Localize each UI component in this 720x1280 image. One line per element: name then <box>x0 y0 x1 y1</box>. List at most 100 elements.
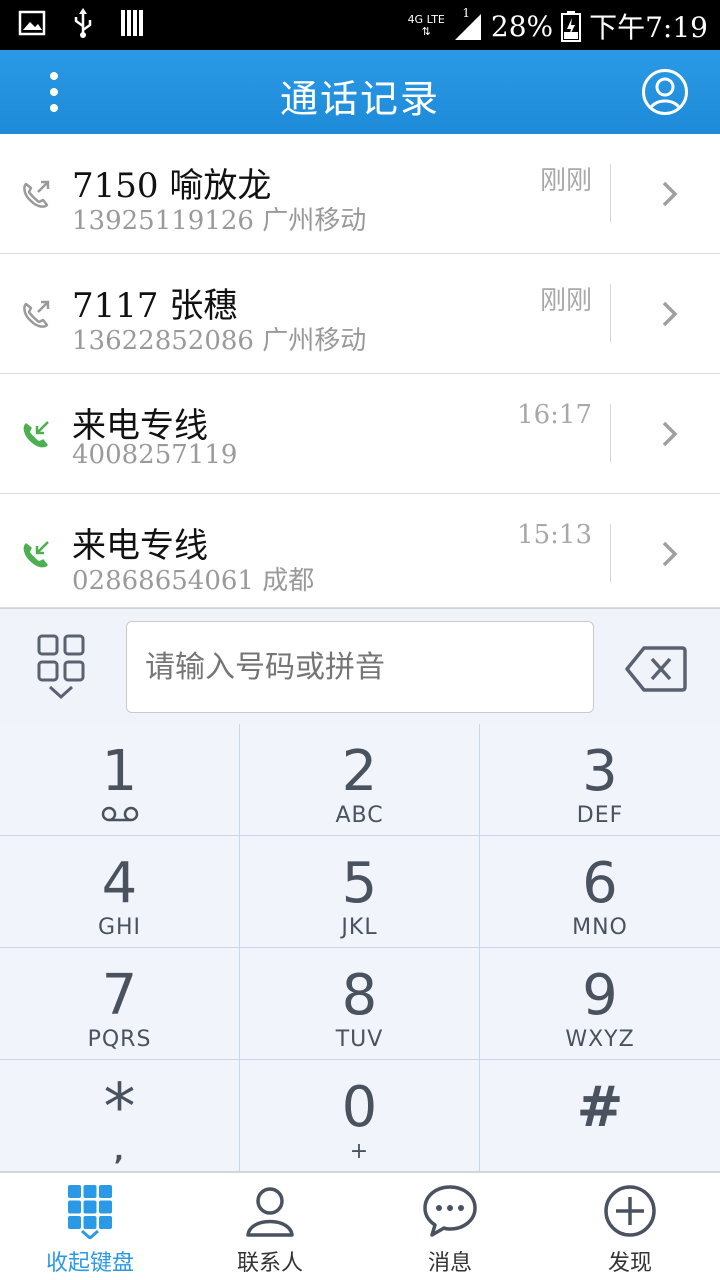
call-time: 刚刚 <box>539 286 592 316</box>
call-detail-button[interactable] <box>640 164 700 224</box>
key-digit: 5 <box>341 851 378 916</box>
message-icon <box>423 1185 477 1237</box>
call-log-row[interactable]: 7117 张穗 13622852086 广州移动 刚刚 <box>0 254 720 374</box>
page-title: 通话记录 <box>279 77 440 121</box>
key-letters: MNO <box>572 915 628 940</box>
app-bar: 通话记录 <box>0 50 720 134</box>
discover-icon <box>604 1185 656 1237</box>
key-9[interactable]: 9 WXYZ <box>480 948 720 1060</box>
call-log-row[interactable]: 来电专线 02868654061 成都 15:13 <box>0 494 720 608</box>
key-digit: 2 <box>341 739 378 804</box>
network-type: 4G LTE ⇅ <box>408 14 445 38</box>
caller-number: 4008257119 <box>72 440 238 470</box>
data-arrows-icon: ⇅ <box>421 25 431 38</box>
nav-collapse-keypad[interactable]: 收起键盘 <box>0 1173 180 1280</box>
incoming-call-icon <box>23 541 49 568</box>
nav-discover[interactable]: 发现 <box>540 1173 720 1280</box>
key-digit: 7 <box>101 963 138 1028</box>
row-divider <box>610 284 611 342</box>
key-5[interactable]: 5 JKL <box>240 836 480 948</box>
keypad-collapse-icon <box>37 634 85 700</box>
key-hash[interactable]: # <box>480 1060 720 1172</box>
dial-pad: 1 2 ABC 3 DEF 4 GHI 5 JKL 6 MNO 7 PQRS 8… <box>0 724 720 1172</box>
key-star[interactable]: * , <box>0 1060 240 1172</box>
nav-label: 消息 <box>427 1251 472 1276</box>
key-digit: 8 <box>341 963 378 1028</box>
key-0[interactable]: 0 + <box>240 1060 480 1172</box>
contacts-icon <box>246 1187 294 1237</box>
key-letters: WXYZ <box>565 1027 635 1052</box>
number-search-input[interactable] <box>126 621 594 713</box>
row-divider <box>610 524 611 582</box>
call-log-list: 7150 喻放龙 13925119126 广州移动 刚刚 7117 张穗 136… <box>0 134 720 608</box>
key-letters: DEF <box>576 803 624 828</box>
status-bar: 4G LTE ⇅ 1 28% 下午7:19 <box>0 0 720 50</box>
battery-percent: 28% <box>490 9 554 43</box>
call-time: 15:13 <box>517 520 592 550</box>
dial-input-bar <box>0 608 720 724</box>
keypad-grid-icon <box>68 1185 112 1239</box>
key-letters: TUV <box>335 1027 384 1052</box>
nav-label: 联系人 <box>236 1251 303 1276</box>
key-6[interactable]: 6 MNO <box>480 836 720 948</box>
caller-number: 13622852086 广州移动 <box>72 326 367 356</box>
backspace-icon <box>625 646 687 692</box>
signal-sim-number: 1 <box>462 6 470 20</box>
key-digit: 3 <box>582 739 618 804</box>
key-4[interactable]: 4 GHI <box>0 836 240 948</box>
call-detail-button[interactable] <box>640 404 700 464</box>
outgoing-call-icon <box>23 300 50 328</box>
nav-contacts[interactable]: 联系人 <box>180 1173 360 1280</box>
call-log-row[interactable]: 来电专线 4008257119 16:17 <box>0 374 720 494</box>
bottom-navigation: 收起键盘 联系人 消息 发现 <box>0 1172 720 1280</box>
voicemail-icon <box>101 806 138 822</box>
row-divider <box>610 404 611 462</box>
incoming-call-icon <box>23 421 49 448</box>
status-system: 4G LTE ⇅ 1 28% 下午7:19 <box>408 6 708 46</box>
delete-button[interactable] <box>624 645 688 693</box>
key-7[interactable]: 7 PQRS <box>0 948 240 1060</box>
nav-label: 收起键盘 <box>45 1251 134 1276</box>
key-letters: JKL <box>341 915 378 940</box>
key-3[interactable]: 3 DEF <box>480 724 720 836</box>
gallery-notification-icon <box>18 10 46 36</box>
key-digit: 1 <box>101 739 138 804</box>
key-8[interactable]: 8 TUV <box>240 948 480 1060</box>
key-letters: PQRS <box>87 1027 152 1052</box>
chevron-right-icon <box>662 421 678 447</box>
call-detail-button[interactable] <box>640 284 700 344</box>
row-divider <box>610 164 611 222</box>
profile-button[interactable] <box>642 69 688 115</box>
key-digit: 9 <box>582 963 618 1028</box>
key-digit: 0 <box>341 1075 378 1140</box>
key-letters: GHI <box>97 915 142 940</box>
nav-label: 发现 <box>607 1251 652 1276</box>
key-letters: + <box>349 1139 370 1164</box>
caller-number: 02868654061 成都 <box>72 566 315 596</box>
user-avatar-icon <box>648 77 682 111</box>
call-time: 刚刚 <box>539 166 592 196</box>
key-2[interactable]: 2 ABC <box>240 724 480 836</box>
caller-number: 13925119126 广州移动 <box>72 206 367 236</box>
outgoing-call-icon <box>23 180 50 208</box>
nav-messages[interactable]: 消息 <box>360 1173 540 1280</box>
key-digit: 6 <box>582 851 618 916</box>
call-log-row[interactable]: 7150 喻放龙 13925119126 广州移动 刚刚 <box>0 134 720 254</box>
key-digit: # <box>576 1075 624 1140</box>
clock: 下午7:19 <box>589 11 708 44</box>
call-detail-button[interactable] <box>640 524 700 584</box>
key-letters: ABC <box>335 803 384 828</box>
usb-notification-icon <box>74 8 92 38</box>
call-time: 16:17 <box>517 400 592 430</box>
chevron-right-icon <box>662 541 678 567</box>
chevron-right-icon <box>662 181 678 207</box>
key-letters: , <box>114 1137 125 1167</box>
key-1[interactable]: 1 <box>0 724 240 836</box>
keypad-toggle-button[interactable] <box>36 633 88 701</box>
status-notifications <box>18 8 146 38</box>
chevron-right-icon <box>662 301 678 327</box>
key-digit: * <box>103 1071 136 1145</box>
battery-charging-icon <box>561 11 582 42</box>
storage-notification-icon <box>121 10 143 36</box>
key-digit: 4 <box>101 851 138 916</box>
